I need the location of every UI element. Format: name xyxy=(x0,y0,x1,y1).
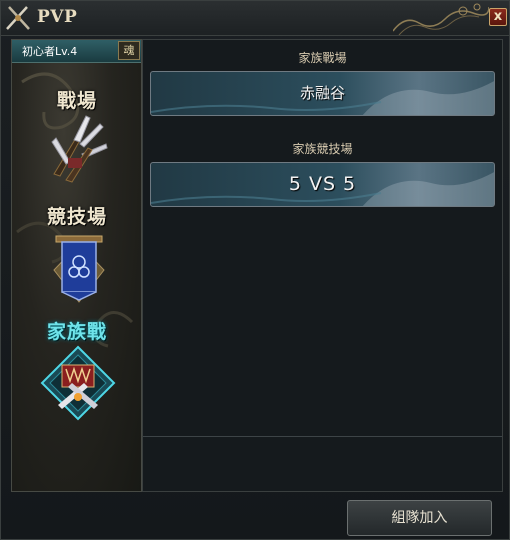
player-bar: 初心者Lv.4 魂 xyxy=(12,40,141,63)
join-team-button[interactable]: 組隊加入 xyxy=(347,500,492,536)
mode-arena[interactable]: 競技場 xyxy=(26,200,128,320)
mode-clan-war-label: 家族戰 xyxy=(46,321,107,343)
mode-battlefield[interactable]: 戰場 xyxy=(26,84,128,194)
banner-icon xyxy=(53,235,105,303)
player-level: 初心者Lv.4 xyxy=(22,45,78,58)
soul-badge[interactable]: 魂 xyxy=(118,41,140,60)
mode-battlefield-label: 戰場 xyxy=(56,90,97,112)
window-title: PVP xyxy=(37,7,78,27)
clan-emblem-icon xyxy=(40,345,116,421)
crossed-claws-icon xyxy=(51,115,108,183)
clan-arena-title: 家族競技場 xyxy=(292,142,353,156)
content-panel: 家族戰場 赤融谷 家族競技場 5 VS 5 xyxy=(142,39,503,492)
team-mode-label: 5 VS 5 xyxy=(288,173,357,195)
map-entry-button[interactable]: 赤融谷 xyxy=(150,71,495,116)
team-mode-button[interactable]: 5 VS 5 xyxy=(150,162,495,207)
map-entry-label: 赤融谷 xyxy=(299,84,345,102)
wave-ornament-icon xyxy=(393,3,489,35)
mode-panel: 初心者Lv.4 魂 戰場 競技場 家族戰 xyxy=(11,39,142,492)
pvp-window: PVP x 初心者Lv.4 魂 戰場 競技場 家族戰 家族戰場 赤融谷 家族競技… xyxy=(0,0,510,540)
mode-clan-war[interactable]: 家族戰 xyxy=(26,315,128,445)
close-button[interactable]: x xyxy=(489,8,507,26)
mode-arena-label: 競技場 xyxy=(46,206,107,228)
crossed-swords-icon xyxy=(6,6,30,30)
clan-battlefield-title: 家族戰場 xyxy=(298,51,347,65)
title-bar: PVP x xyxy=(1,1,509,36)
content-divider xyxy=(143,436,502,437)
